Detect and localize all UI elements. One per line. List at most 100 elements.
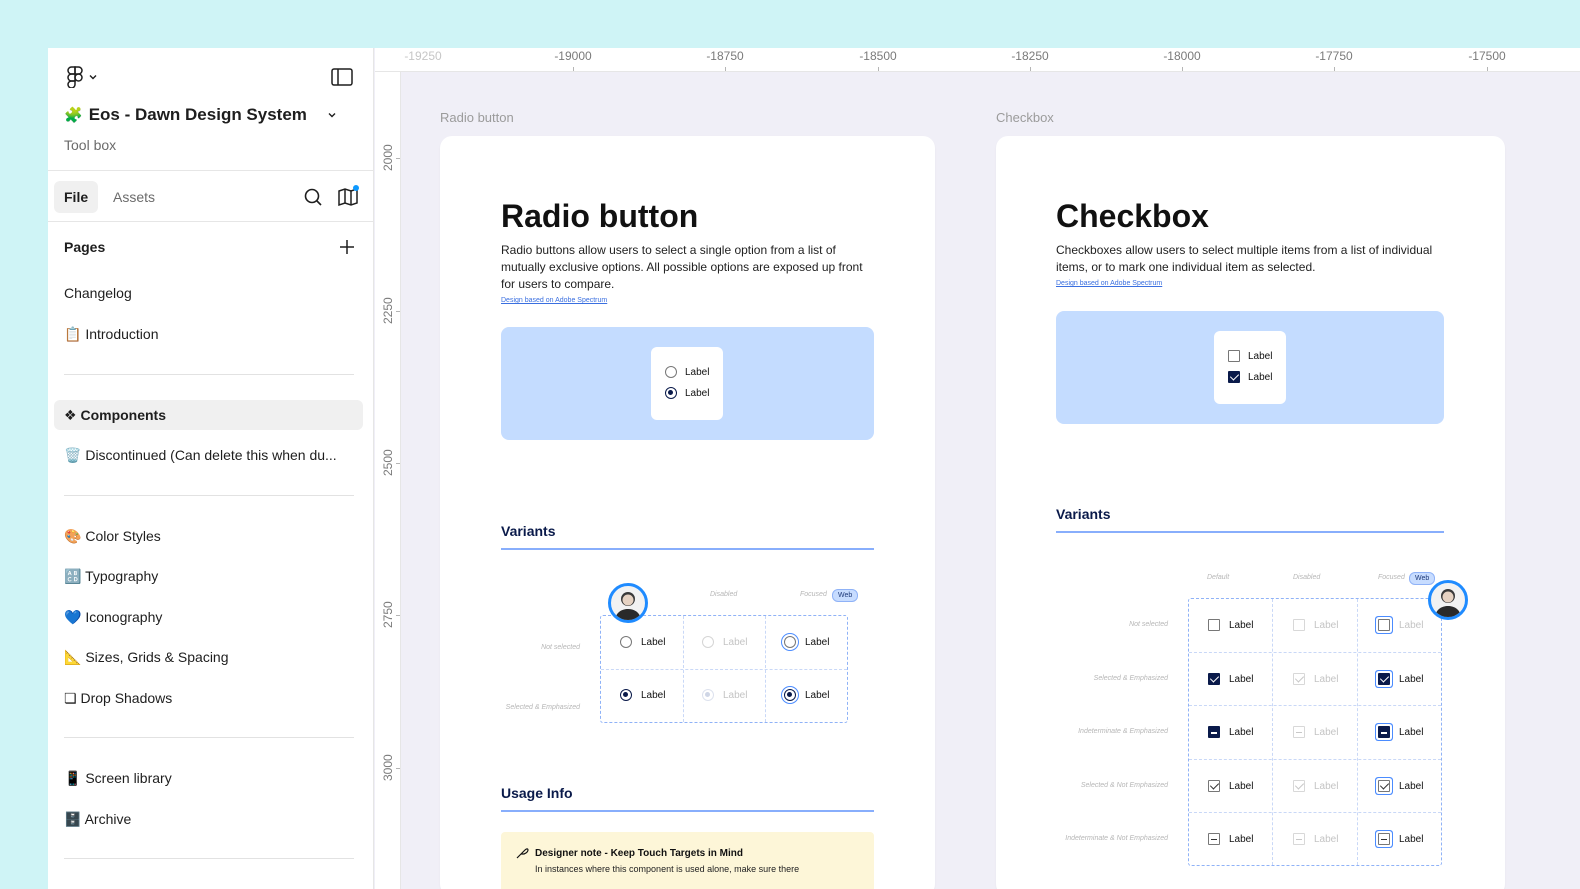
radio-control[interactable]: [620, 636, 632, 648]
checkbox-variant-disabled: Label: [1293, 833, 1338, 845]
page-components[interactable]: ❖ Components: [54, 400, 363, 430]
checkbox-control[interactable]: [1378, 780, 1390, 792]
radio-control[interactable]: [665, 366, 677, 378]
row-label: Not selected: [1129, 621, 1168, 628]
checkbox-variant[interactable]: Label: [1208, 833, 1253, 845]
page-drop-shadows[interactable]: ❏ Drop Shadows: [54, 683, 363, 713]
project-name[interactable]: Tool box: [64, 137, 116, 153]
page-introduction[interactable]: 📋 Introduction: [54, 319, 363, 349]
checkbox-control[interactable]: [1208, 619, 1220, 631]
checkbox-variant[interactable]: Label: [1208, 673, 1253, 685]
column-label: Focused: [800, 591, 827, 598]
radio-control[interactable]: [620, 689, 632, 701]
main-menu-button[interactable]: [66, 66, 98, 88]
checkbox-variant[interactable]: Label: [1208, 619, 1253, 631]
sidebar-header: 🧩 Eos - Dawn Design System Tool box: [48, 48, 373, 171]
checkbox-control[interactable]: [1378, 726, 1390, 738]
collaborator-avatar[interactable]: [1428, 580, 1468, 620]
radio-control[interactable]: [784, 636, 796, 648]
cell-label: Label: [1314, 726, 1339, 738]
option-label: Label: [1248, 371, 1273, 383]
checkbox-variant-disabled: Label: [1293, 780, 1338, 792]
frame-name-radio[interactable]: Radio button: [440, 110, 514, 125]
column-label: Focused: [1378, 574, 1405, 581]
checkbox-control[interactable]: [1378, 833, 1390, 845]
checkbox-control[interactable]: [1208, 726, 1220, 738]
page-archive[interactable]: 🗄️ Archive: [54, 804, 363, 834]
spectrum-link[interactable]: Design based on Adobe Spectrum: [501, 297, 607, 304]
ruler-tick: [1334, 67, 1335, 71]
radio-variant[interactable]: Label: [620, 636, 665, 648]
file-title-text: Eos - Dawn Design System: [88, 105, 307, 124]
row-label: Indeterminate & Emphasized: [1078, 728, 1168, 735]
row-label: Selected & Emphasized: [505, 704, 580, 711]
add-page-icon[interactable]: [338, 238, 356, 256]
checkbox-variant[interactable]: Label: [1208, 780, 1253, 792]
page-iconography[interactable]: 💙 Iconography: [54, 602, 363, 632]
ruler-label: -17500: [1468, 49, 1506, 63]
checkbox-control[interactable]: [1208, 833, 1220, 845]
variants-heading: Variants: [501, 523, 556, 539]
checkbox-control[interactable]: [1208, 780, 1220, 792]
file-name[interactable]: 🧩 Eos - Dawn Design System: [64, 105, 337, 125]
person-icon: [615, 592, 641, 620]
frame-name-checkbox[interactable]: Checkbox: [996, 110, 1054, 125]
checkbox-variant-focused[interactable]: Label: [1378, 780, 1423, 792]
checkbox-control[interactable]: [1378, 619, 1390, 631]
collaborator-avatar[interactable]: [608, 583, 648, 623]
checkbox-variant-focused[interactable]: Label: [1378, 833, 1423, 845]
page-color-styles[interactable]: 🎨 Color Styles: [54, 521, 363, 551]
radio-control: [702, 636, 714, 648]
radio-button-frame[interactable]: Radio button Radio buttons allow users t…: [440, 136, 935, 889]
radio-control[interactable]: [665, 387, 677, 399]
checkbox-control[interactable]: [1228, 371, 1240, 383]
ruler-label: 2500: [381, 449, 395, 476]
checkbox-variant-focused[interactable]: Label: [1378, 673, 1423, 685]
left-sidebar: 🧩 Eos - Dawn Design System Tool box File…: [48, 48, 374, 889]
notification-dot: [353, 185, 359, 191]
radio-option[interactable]: Label: [665, 366, 709, 378]
sidebar-toggle-icon[interactable]: [331, 68, 353, 86]
page-screen-library[interactable]: 📱 Screen library: [54, 763, 363, 793]
checkbox-option[interactable]: Label: [1228, 371, 1272, 383]
figma-logo-icon: [67, 66, 83, 88]
page-sizes-grids[interactable]: 📐 Sizes, Grids & Spacing: [54, 642, 363, 672]
checkbox-variant-focused[interactable]: Label: [1378, 619, 1423, 631]
spectrum-link[interactable]: Design based on Adobe Spectrum: [1056, 280, 1162, 287]
person-icon: [1435, 589, 1461, 617]
checkbox-control: [1293, 726, 1305, 738]
ruler-label: -18250: [1011, 49, 1049, 63]
page-changelog[interactable]: Changelog: [54, 278, 363, 308]
checkbox-control[interactable]: [1378, 673, 1390, 685]
option-label: Label: [685, 366, 710, 378]
cell-label: Label: [1229, 673, 1254, 685]
tab-assets[interactable]: Assets: [103, 181, 165, 213]
search-icon[interactable]: [302, 186, 324, 208]
page-label: Introduction: [85, 326, 159, 342]
page-discontinued[interactable]: 🗑️ Discontinued (Can delete this when du…: [54, 440, 363, 470]
radio-option[interactable]: Label: [665, 387, 709, 399]
shadow-box-icon: ❏: [64, 690, 77, 706]
letters-icon: 🔠: [64, 568, 82, 584]
cell-label: Label: [1314, 673, 1339, 685]
radio-variant[interactable]: Label: [620, 689, 665, 701]
checkbox-frame[interactable]: Checkbox Checkboxes allow users to selec…: [996, 136, 1505, 889]
radio-variant-focused[interactable]: Label: [784, 689, 829, 701]
divider: [64, 737, 354, 738]
checkbox-control[interactable]: [1228, 350, 1240, 362]
preview-card: Label Label: [1214, 331, 1286, 404]
preview-area: Label Label: [501, 327, 874, 440]
radio-variant-focused[interactable]: Label: [784, 636, 829, 648]
checkbox-variant-focused[interactable]: Label: [1378, 726, 1423, 738]
grid-line: [1189, 812, 1441, 813]
checkbox-variant[interactable]: Label: [1208, 726, 1253, 738]
checkbox-variant-disabled: Label: [1293, 726, 1338, 738]
radio-control[interactable]: [784, 689, 796, 701]
page-label: Color Styles: [85, 528, 161, 544]
page-typography[interactable]: 🔠 Typography: [54, 561, 363, 591]
checkbox-control[interactable]: [1208, 673, 1220, 685]
checkbox-option[interactable]: Label: [1228, 350, 1272, 362]
column-label: Disabled: [710, 591, 738, 598]
library-button[interactable]: [337, 185, 359, 208]
tab-file[interactable]: File: [54, 181, 99, 213]
